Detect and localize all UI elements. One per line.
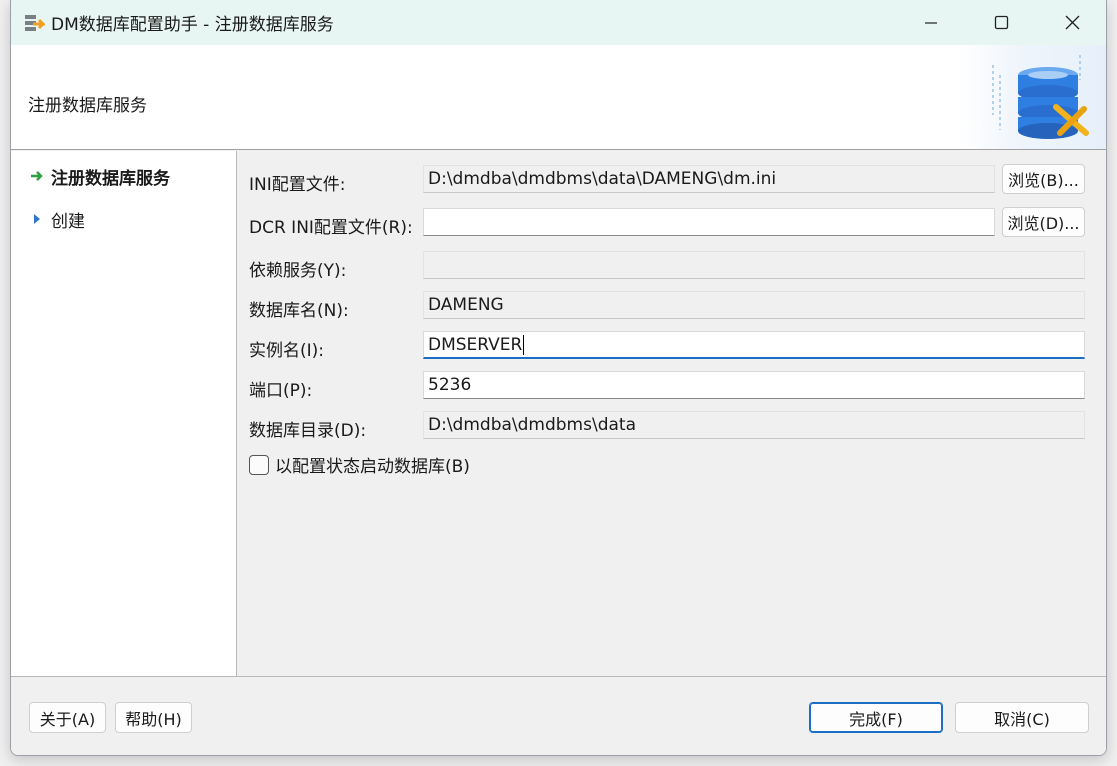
instance-name-label: 实例名(I): <box>249 341 325 361</box>
nav-item-label: 创建 <box>51 211 85 232</box>
database-tools-icon <box>958 45 1106 149</box>
finish-button[interactable]: 完成(F) <box>809 702 943 733</box>
page-title: 注册数据库服务 <box>28 96 147 116</box>
nav-item-create[interactable]: 创建 <box>29 207 85 232</box>
register-service-form: INI配置文件: D:\dmdba\dmdbms\data\DAMENG\dm.… <box>238 151 1106 676</box>
maximize-button[interactable] <box>966 0 1037 45</box>
db-dir-label: 数据库目录(D): <box>249 421 367 441</box>
window-title: DM数据库配置助手 - 注册数据库服务 <box>51 15 334 35</box>
browse-dcr-ini-button[interactable]: 浏览(D)... <box>1002 207 1085 237</box>
wizard-header: 注册数据库服务 <box>11 45 1106 150</box>
start-with-config-checkbox[interactable] <box>249 454 269 475</box>
ini-file-label: INI配置文件: <box>249 175 346 195</box>
dcr-ini-file-label: DCR INI配置文件(R): <box>249 218 413 238</box>
close-icon <box>1065 15 1080 30</box>
app-icon <box>23 12 47 34</box>
browse-ini-button[interactable]: 浏览(B)... <box>1002 164 1085 194</box>
start-with-config-checkbox-row[interactable]: 以配置状态启动数据库(B) <box>249 452 470 477</box>
wizard-steps-nav: 注册数据库服务 创建 <box>11 151 237 676</box>
db-dir-field: D:\dmdba\dmdbms\data <box>423 411 1085 439</box>
port-input[interactable]: 5236 <box>423 371 1085 399</box>
dialog-footer: 关于(A) 帮助(H) 完成(F) 取消(C) <box>11 676 1106 755</box>
close-button[interactable] <box>1037 0 1106 45</box>
maximize-icon <box>994 15 1009 30</box>
nav-item-label: 注册数据库服务 <box>51 168 170 189</box>
title-bar[interactable]: DM数据库配置助手 - 注册数据库服务 <box>11 0 1106 45</box>
minimize-icon <box>924 21 937 24</box>
minimize-button[interactable] <box>895 0 966 45</box>
port-label: 端口(P): <box>249 381 313 401</box>
help-button[interactable]: 帮助(H) <box>115 702 192 733</box>
dcr-ini-file-input[interactable] <box>423 208 995 236</box>
dialog-window: DM数据库配置助手 - 注册数据库服务 注册数据库服务 注册数据库服务 创建 I… <box>10 0 1107 756</box>
db-name-field: DAMENG <box>423 291 1085 319</box>
blue-triangle-right-icon <box>29 211 45 227</box>
cancel-button[interactable]: 取消(C) <box>955 702 1089 733</box>
nav-item-register-service[interactable]: 注册数据库服务 <box>29 164 170 189</box>
depend-service-field <box>423 251 1085 279</box>
about-button[interactable]: 关于(A) <box>29 702 106 733</box>
instance-name-input[interactable]: DMSERVER <box>423 331 1085 359</box>
db-name-label: 数据库名(N): <box>249 301 349 321</box>
start-with-config-label: 以配置状态启动数据库(B) <box>275 457 470 477</box>
green-arrow-right-icon <box>29 168 45 184</box>
ini-file-field: D:\dmdba\dmdbms\data\DAMENG\dm.ini <box>423 165 995 193</box>
depend-service-label: 依赖服务(Y): <box>249 261 347 281</box>
text-caret <box>523 334 525 355</box>
window-controls <box>895 0 1106 45</box>
